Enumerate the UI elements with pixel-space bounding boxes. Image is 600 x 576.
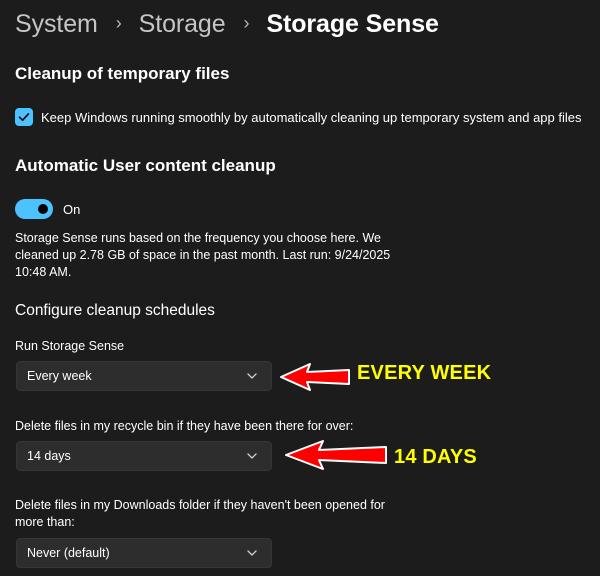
user-cleanup-description: Storage Sense runs based on the frequenc… <box>15 231 391 279</box>
storage-sense-page: System › Storage › Storage Sense Cleanup… <box>0 0 600 576</box>
temp-cleanup-heading: Cleanup of temporary files <box>15 64 230 83</box>
recycle-bin-dropdown[interactable]: 14 days <box>16 441 272 471</box>
breadcrumb-item-system[interactable]: System <box>15 10 98 39</box>
red-arrow-icon <box>285 440 387 470</box>
chevron-down-icon <box>247 550 257 556</box>
chevron-down-icon <box>247 373 257 379</box>
run-storage-sense-label: Run Storage Sense <box>15 339 125 353</box>
checkmark-icon <box>18 113 30 121</box>
user-cleanup-toggle[interactable] <box>15 199 53 219</box>
every-week-annotation: EVERY WEEK <box>357 362 492 384</box>
schedules-heading: Configure cleanup schedules <box>15 302 215 319</box>
breadcrumb: System › Storage › Storage Sense <box>15 6 439 42</box>
red-arrow-icon <box>280 363 350 391</box>
downloads-folder-value: Never (default) <box>27 546 110 560</box>
recycle-bin-label: Delete files in my recycle bin if they h… <box>15 419 354 433</box>
chevron-down-icon <box>247 453 257 459</box>
downloads-folder-label: Delete files in my Downloads folder if t… <box>15 498 385 529</box>
temp-cleanup-checkbox-label: Keep Windows running smoothly by automat… <box>41 109 582 125</box>
user-cleanup-heading: Automatic User content cleanup <box>15 156 276 175</box>
fourteen-days-annotation: 14 DAYS <box>394 446 477 468</box>
run-storage-sense-value: Every week <box>27 369 92 383</box>
recycle-bin-value: 14 days <box>27 449 71 463</box>
page-title: Storage Sense <box>266 9 439 38</box>
downloads-folder-dropdown[interactable]: Never (default) <box>16 538 272 568</box>
toggle-state-label: On <box>63 201 81 217</box>
breadcrumb-chevron-icon: › <box>243 12 250 33</box>
breadcrumb-item-storage[interactable]: Storage <box>139 10 226 39</box>
user-cleanup-toggle-row: On <box>15 199 80 219</box>
toggle-knob <box>38 204 48 214</box>
breadcrumb-chevron-icon: › <box>115 12 122 33</box>
temp-cleanup-checkbox[interactable] <box>15 108 33 126</box>
temp-cleanup-checkbox-row[interactable]: Keep Windows running smoothly by automat… <box>15 108 582 126</box>
run-storage-sense-dropdown[interactable]: Every week <box>16 361 272 391</box>
